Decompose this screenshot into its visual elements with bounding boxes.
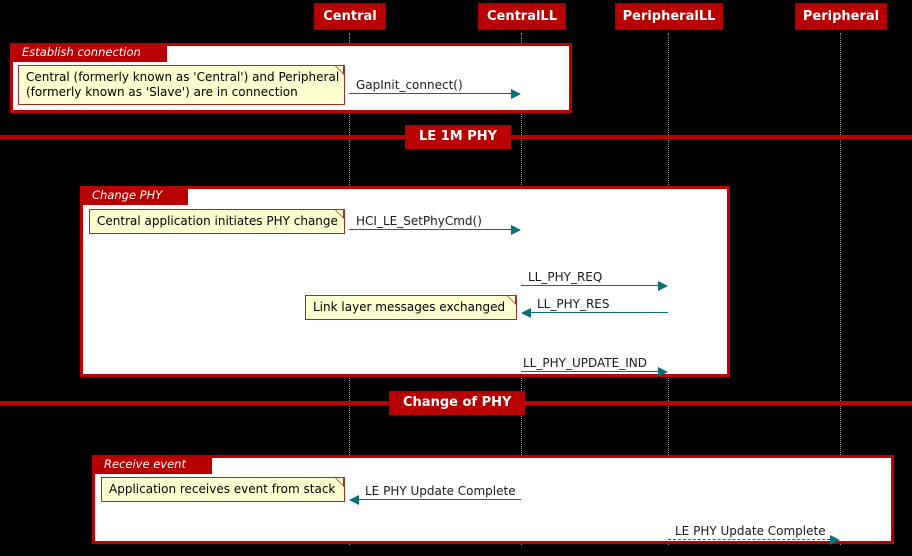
message-line-le-phy-update-complete-central <box>359 499 521 500</box>
message-line-ll-phy-req <box>521 285 658 286</box>
participant-centralll[interactable]: CentralLL <box>478 3 566 30</box>
message-ll-phy-update-ind: LL_PHY_UPDATE_IND <box>521 350 668 377</box>
message-line-hci-le-setphycmd <box>349 229 511 230</box>
message-label-ll-phy-req: LL_PHY_REQ <box>528 270 603 284</box>
sequence-diagram-canvas: Establish connection Central (formerly k… <box>0 0 912 556</box>
note-application-receives-event: Application receives event from stack <box>101 477 345 502</box>
message-label-le-phy-update-complete-central: LE PHY Update Complete <box>365 484 516 498</box>
participant-peripheral[interactable]: Peripheral <box>795 3 887 30</box>
message-hci-le-setphycmd: HCI_LE_SetPhyCmd() <box>349 208 521 235</box>
message-line-gapinit-connect <box>349 93 511 94</box>
message-label-le-phy-update-complete-peripheral: LE PHY Update Complete <box>675 524 826 538</box>
message-label-gapinit-connect: GapInit_connect() <box>356 78 463 92</box>
message-gapinit-connect: GapInit_connect() <box>349 72 521 99</box>
divider-label-change-of-phy: Change of PHY <box>389 391 526 415</box>
message-le-phy-update-complete-peripheral: LE PHY Update Complete <box>668 518 840 545</box>
message-label-hci-le-setphycmd: HCI_LE_SetPhyCmd() <box>356 214 482 228</box>
message-le-phy-update-complete-central: LE PHY Update Complete <box>349 478 521 505</box>
note-initiates-phy-change: Central application initiates PHY change <box>89 209 345 234</box>
note-connection: Central (formerly known as 'Central') an… <box>18 65 345 105</box>
participant-central[interactable]: Central <box>314 3 386 30</box>
message-ll-phy-res: LL_PHY_RES <box>521 291 668 318</box>
arrowhead-right-hci-setphy <box>511 225 521 235</box>
arrowhead-right-gapinit <box>511 89 521 99</box>
participant-peripheralll[interactable]: PeripheralLL <box>615 3 723 30</box>
message-line-ll-phy-update-ind <box>521 371 658 372</box>
group-label-establish-connection: Establish connection <box>10 43 167 62</box>
arrowhead-right-le-phy-update-peripheral <box>830 535 840 545</box>
divider-label-le-1m-phy: LE 1M PHY <box>405 125 512 149</box>
arrowhead-right-ll-phy-req <box>658 281 668 291</box>
message-line-le-phy-update-complete-peripheral <box>668 539 830 540</box>
message-line-ll-phy-res <box>531 312 668 313</box>
group-label-receive-event: Receive event <box>92 455 212 474</box>
message-label-ll-phy-update-ind: LL_PHY_UPDATE_IND <box>523 356 647 370</box>
note-link-layer-messages: Link layer messages exchanged <box>305 295 517 320</box>
message-label-ll-phy-res: LL_PHY_RES <box>537 297 610 311</box>
arrowhead-left-le-phy-update-central <box>349 495 359 505</box>
message-ll-phy-req: LL_PHY_REQ <box>521 264 668 291</box>
group-label-change-phy: Change PHY <box>80 186 189 205</box>
arrowhead-right-ll-phy-update <box>658 367 668 377</box>
arrowhead-left-ll-phy-res <box>521 308 531 318</box>
